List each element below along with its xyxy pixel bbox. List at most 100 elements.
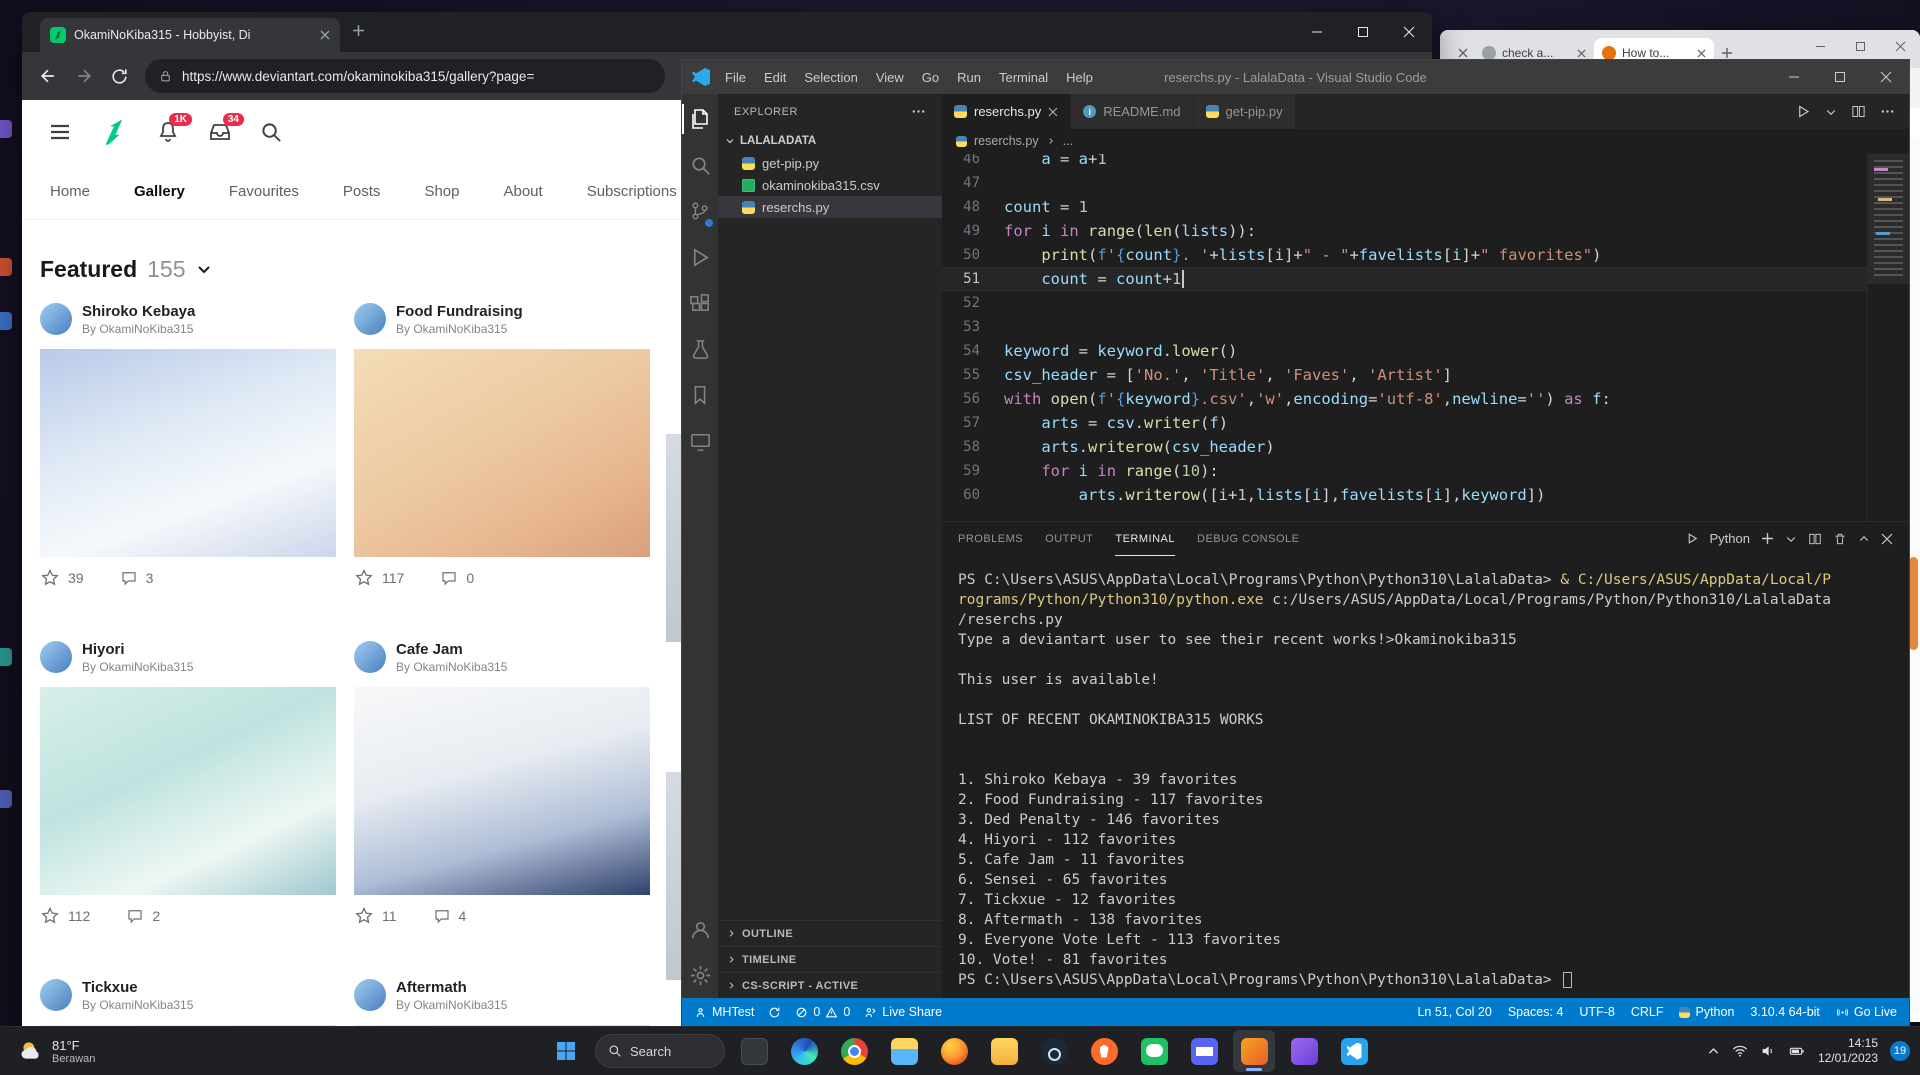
desktop-icon[interactable] xyxy=(0,120,12,138)
nav-about[interactable]: About xyxy=(481,183,564,200)
notifications-bell[interactable]: 1K xyxy=(156,120,180,144)
menu-selection[interactable]: Selection xyxy=(795,65,866,90)
gallery-card[interactable]: Hiyori By OkamiNoKiba315 112 2 xyxy=(40,635,336,937)
tab-get-pip[interactable]: get-pip.py xyxy=(1194,94,1296,129)
favourite-star-icon[interactable] xyxy=(354,906,374,926)
taskbar-app-edge[interactable] xyxy=(783,1030,825,1072)
artwork-byline[interactable]: By OkamiNoKiba315 xyxy=(82,322,195,336)
menu-edit[interactable]: Edit xyxy=(755,65,795,90)
minimize-button[interactable] xyxy=(1294,12,1340,52)
favourite-star-icon[interactable] xyxy=(40,906,60,926)
deviantart-tab[interactable]: OkamiNoKiba315 - Hobbyist, Di xyxy=(40,18,340,52)
tray-chevron-up-icon[interactable] xyxy=(1707,1045,1720,1058)
browser2-scrollbar-thumb[interactable] xyxy=(1909,557,1918,650)
artwork-byline[interactable]: By OkamiNoKiba315 xyxy=(82,660,193,674)
artwork-title[interactable]: Aftermath xyxy=(396,979,507,996)
file-get-pip[interactable]: get-pip.py xyxy=(718,152,942,174)
gallery-card[interactable]: Aftermath By OkamiNoKiba315 xyxy=(354,973,650,1026)
minimap[interactable] xyxy=(1867,154,1909,521)
code-line[interactable]: 59 for i in range(10): xyxy=(942,459,1867,483)
battery-icon[interactable] xyxy=(1788,1043,1806,1059)
code-line[interactable]: 58 arts.writerow(csv_header) xyxy=(942,435,1867,459)
outline-section[interactable]: OUTLINE xyxy=(718,920,942,946)
file-csv[interactable]: okaminokiba315.csv xyxy=(718,174,942,196)
language-mode[interactable]: Python xyxy=(1679,1005,1734,1019)
nav-home[interactable]: Home xyxy=(28,183,112,200)
taskbar-app-brave[interactable] xyxy=(1083,1030,1125,1072)
interpreter[interactable]: 3.10.4 64-bit xyxy=(1750,1005,1820,1019)
comment-icon[interactable] xyxy=(126,907,144,925)
avatar[interactable] xyxy=(40,303,72,335)
close-button[interactable] xyxy=(1386,12,1432,52)
problems-item[interactable]: 0 0 xyxy=(795,1005,850,1019)
sync-item[interactable] xyxy=(768,1006,781,1019)
shell-label[interactable]: Python xyxy=(1710,531,1750,546)
tab-reserchs[interactable]: reserchs.py xyxy=(942,94,1071,129)
tab-close-icon[interactable] xyxy=(320,30,330,40)
panel-tab-problems[interactable]: PROBLEMS xyxy=(958,522,1023,556)
code-line[interactable]: 51 count = count+1 xyxy=(942,267,1867,291)
cs-script-section[interactable]: CS-SCRIPT - ACTIVE xyxy=(718,972,942,998)
taskbar-app-notepad[interactable] xyxy=(733,1030,775,1072)
explorer-more-icon[interactable] xyxy=(911,104,926,119)
nav-posts[interactable]: Posts xyxy=(321,183,403,200)
artwork-image[interactable] xyxy=(354,687,650,895)
close-button[interactable] xyxy=(1880,30,1920,62)
liveshare-session-item[interactable]: MHTest xyxy=(694,1005,754,1019)
bookmark-activity-icon[interactable] xyxy=(682,372,718,418)
more-actions-icon[interactable] xyxy=(1880,104,1895,119)
taskbar-app-vscode[interactable] xyxy=(1333,1030,1375,1072)
artwork-byline[interactable]: By OkamiNoKiba315 xyxy=(396,660,507,674)
testing-activity-icon[interactable] xyxy=(682,326,718,372)
maximize-button[interactable] xyxy=(1340,12,1386,52)
settings-gear-icon[interactable] xyxy=(682,952,718,998)
close-button[interactable] xyxy=(1863,60,1909,94)
menu-go[interactable]: Go xyxy=(913,65,948,90)
artwork-title[interactable]: Hiyori xyxy=(82,641,193,658)
new-terminal-icon[interactable] xyxy=(1761,532,1774,545)
favourite-star-icon[interactable] xyxy=(40,568,60,588)
code-line[interactable]: 54keyword = keyword.lower() xyxy=(942,339,1867,363)
tab-close-icon[interactable] xyxy=(1577,49,1586,58)
nav-shop[interactable]: Shop xyxy=(402,183,481,200)
avatar[interactable] xyxy=(354,979,386,1011)
timeline-section[interactable]: TIMELINE xyxy=(718,946,942,972)
file-reserchs[interactable]: reserchs.py xyxy=(718,196,942,218)
eol[interactable]: CRLF xyxy=(1631,1005,1664,1019)
weather-widget[interactable]: 81°F Berawan xyxy=(8,1027,105,1075)
new-tab-button[interactable] xyxy=(352,24,365,37)
code-line[interactable]: 57 arts = csv.writer(f) xyxy=(942,411,1867,435)
extensions-activity-icon[interactable] xyxy=(682,280,718,326)
trash-icon[interactable] xyxy=(1833,532,1847,546)
taskbar-app-active[interactable] xyxy=(1233,1030,1275,1072)
code-line[interactable]: 49for i in range(len(lists)): xyxy=(942,219,1867,243)
artwork-image[interactable] xyxy=(40,687,336,895)
taskbar-app-firefox[interactable] xyxy=(933,1030,975,1072)
taskbar-app-line[interactable] xyxy=(1133,1030,1175,1072)
menu-terminal[interactable]: Terminal xyxy=(990,65,1057,90)
taskbar-app-folder[interactable] xyxy=(983,1030,1025,1072)
folder-root[interactable]: LALALADATA xyxy=(718,129,942,152)
maximize-button[interactable] xyxy=(1840,30,1880,62)
live-share-item[interactable]: Live Share xyxy=(864,1005,942,1019)
avatar[interactable] xyxy=(354,641,386,673)
cursor-position[interactable]: Ln 51, Col 20 xyxy=(1417,1005,1491,1019)
code-line[interactable]: 48count = 1 xyxy=(942,195,1867,219)
wifi-icon[interactable] xyxy=(1732,1043,1748,1059)
artwork-byline[interactable]: By OkamiNoKiba315 xyxy=(396,998,507,1012)
gallery-card[interactable]: Shiroko Kebaya By OkamiNoKiba315 39 3 xyxy=(40,297,336,599)
code-editor[interactable]: 46 a = a+14748count = 149for i in range(… xyxy=(942,154,1909,521)
code-line[interactable]: 52 xyxy=(942,291,1867,315)
avatar[interactable] xyxy=(40,641,72,673)
deviantart-logo[interactable] xyxy=(100,118,128,146)
artwork-title[interactable]: Food Fundraising xyxy=(396,303,523,320)
gallery-card[interactable]: Tickxue By OkamiNoKiba315 xyxy=(40,973,336,1026)
search-activity-icon[interactable] xyxy=(682,142,718,188)
minimize-button[interactable] xyxy=(1771,60,1817,94)
artwork-byline[interactable]: By OkamiNoKiba315 xyxy=(396,322,523,336)
taskbar-search[interactable]: Search xyxy=(595,1034,725,1068)
split-terminal-icon[interactable] xyxy=(1808,532,1822,546)
artwork-title[interactable]: Shiroko Kebaya xyxy=(82,303,195,320)
accounts-icon[interactable] xyxy=(682,906,718,952)
gallery-card[interactable]: Cafe Jam By OkamiNoKiba315 11 4 xyxy=(354,635,650,937)
